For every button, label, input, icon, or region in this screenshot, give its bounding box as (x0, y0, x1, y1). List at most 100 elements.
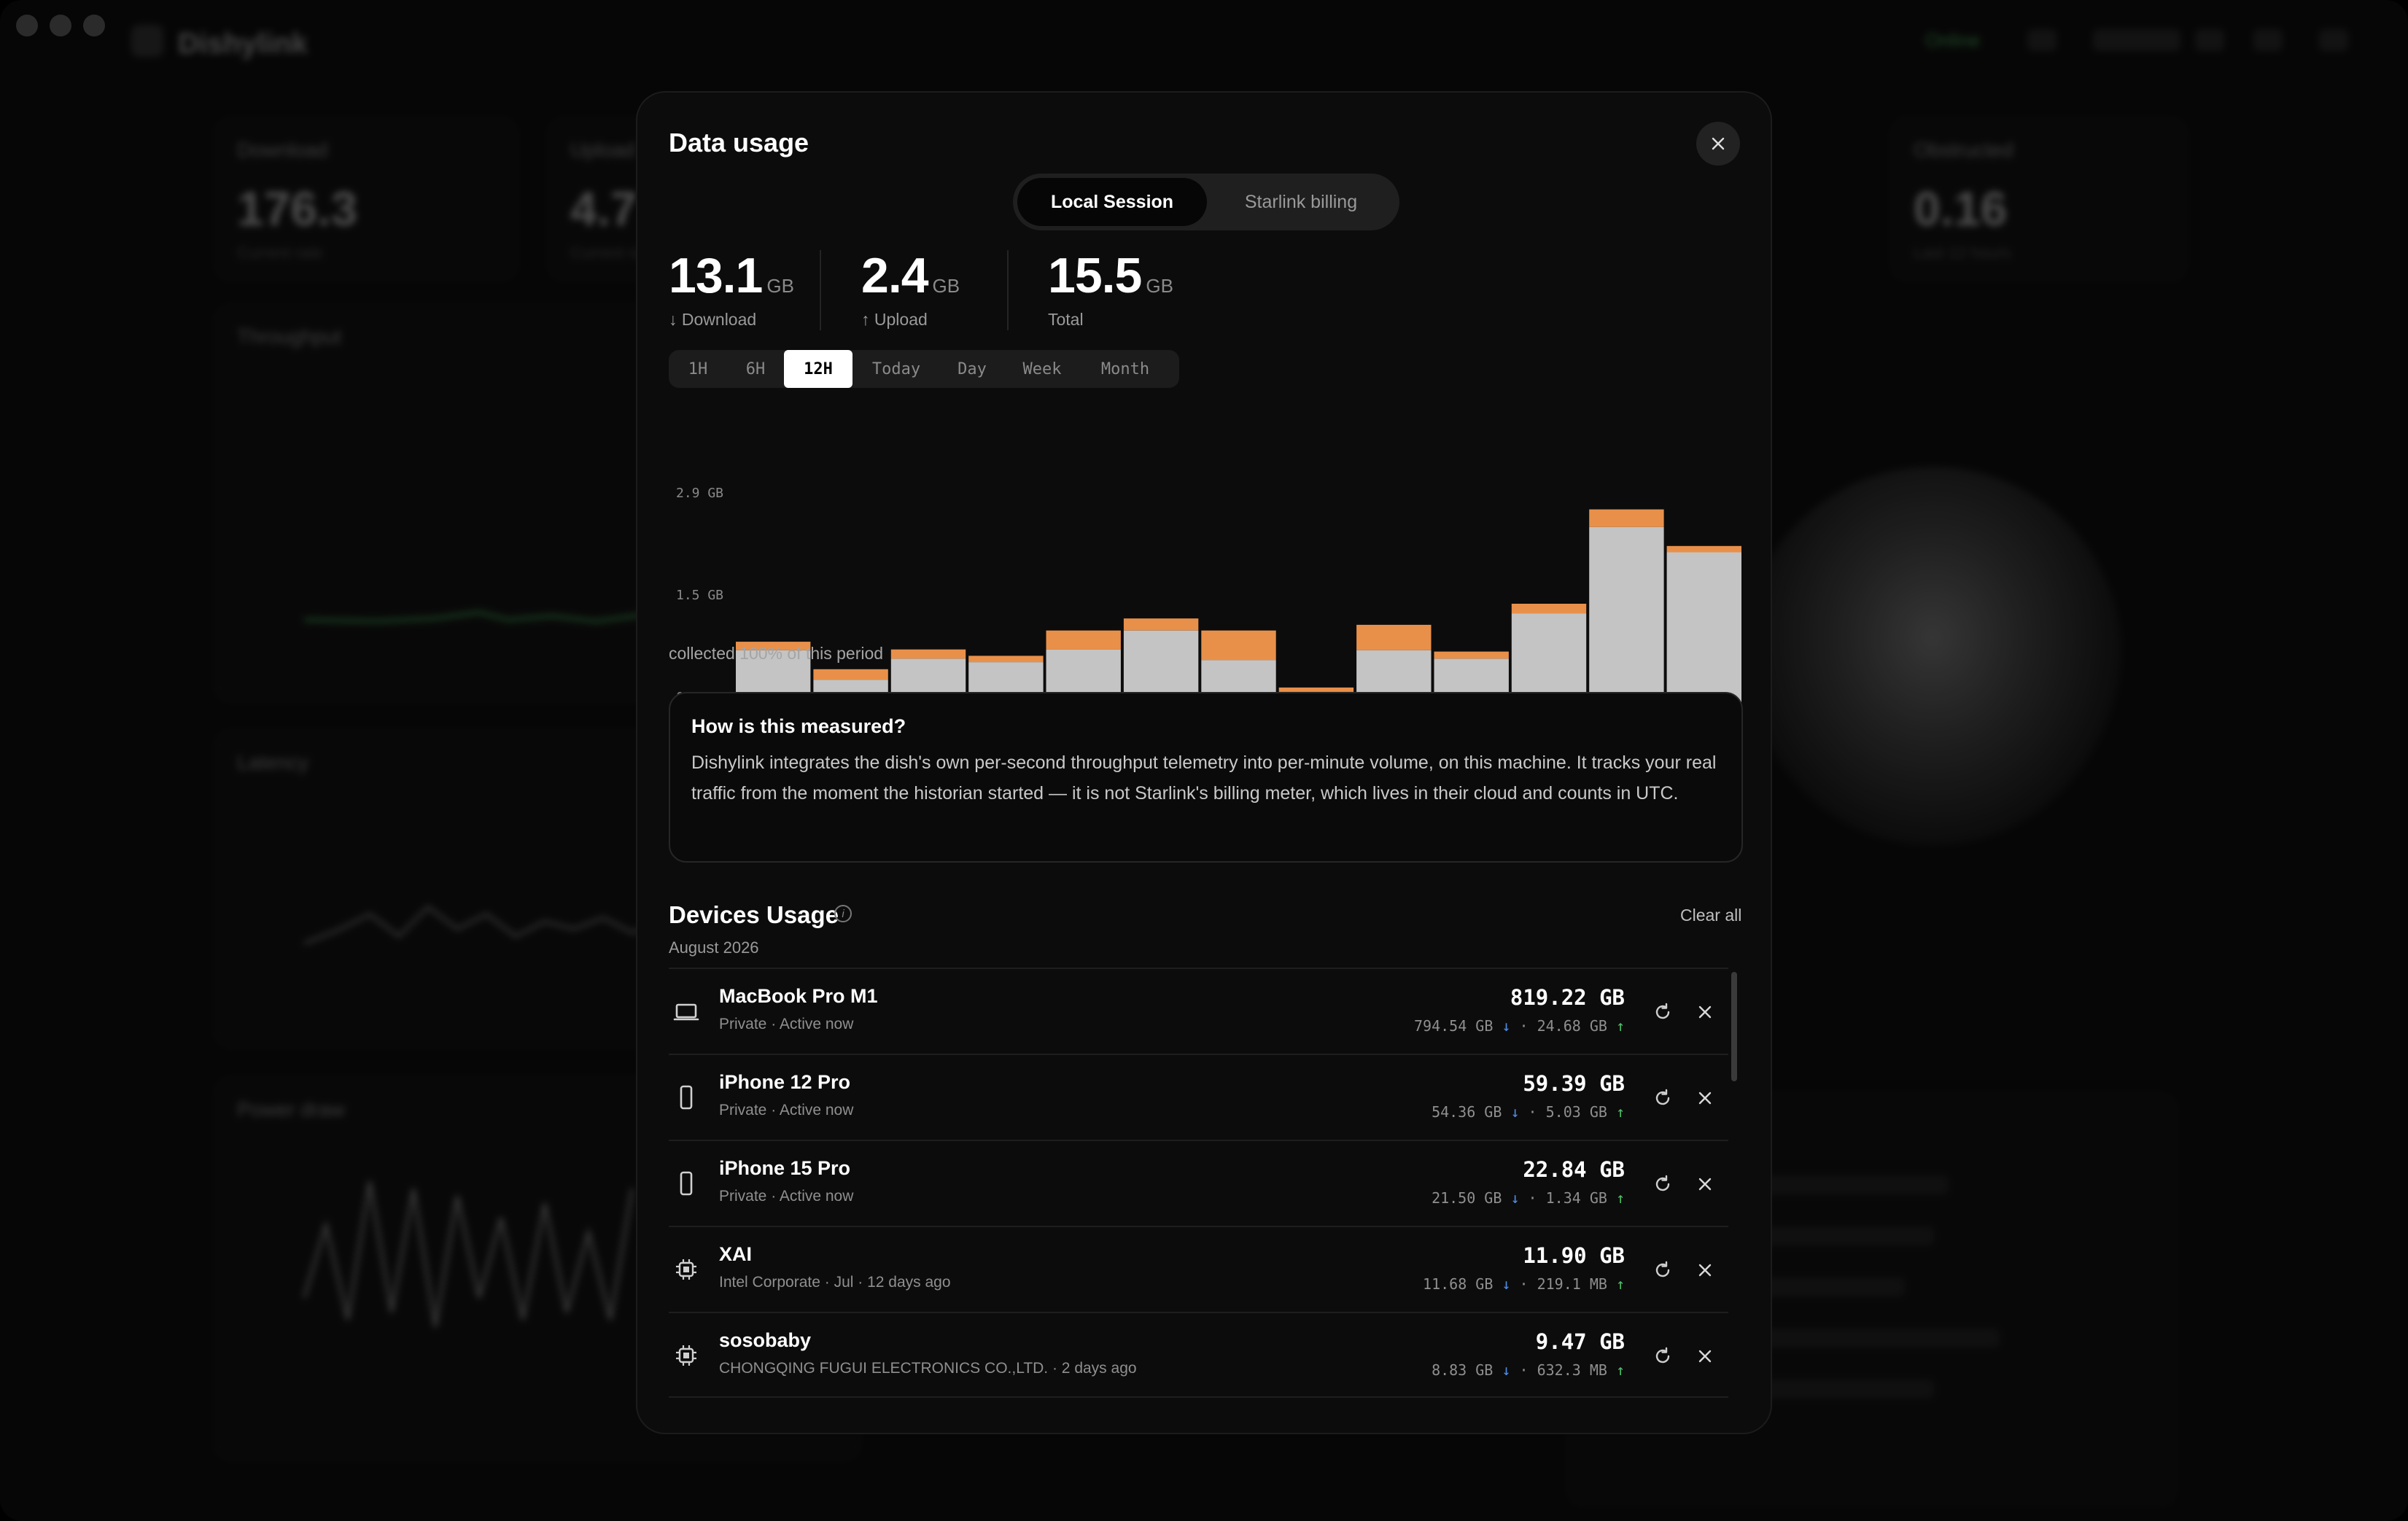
close-icon (1698, 1350, 1712, 1363)
tab-starlink-billing[interactable]: Starlink billing (1207, 178, 1395, 226)
device-total: 11.90 GB (1523, 1243, 1625, 1268)
reset-device-button[interactable] (1650, 1257, 1676, 1283)
device-split: 11.68 GB ↓ · 219.1 MB ↑ (1423, 1275, 1625, 1293)
close-button[interactable] (1696, 122, 1740, 166)
close-icon (1698, 1092, 1712, 1105)
device-total: 22.84 GB (1523, 1157, 1625, 1182)
download-arrow-icon: ↓ (1502, 1017, 1511, 1035)
remove-device-button[interactable] (1692, 1171, 1718, 1197)
info-icon[interactable]: i (834, 905, 852, 922)
header-icon (2253, 29, 2283, 51)
refresh-icon (1655, 1175, 1670, 1191)
upload-arrow-icon: ↑ (1615, 1017, 1625, 1035)
device-total: 59.39 GB (1523, 1071, 1625, 1096)
range-1h[interactable]: 1H (669, 350, 727, 388)
data-usage-modal: Data usage Local Session Starlink billin… (636, 91, 1772, 1434)
refresh-icon (1655, 1261, 1670, 1277)
bar-top-segment[interactable] (1666, 545, 1741, 553)
dish-visual (1743, 467, 2122, 846)
range-12h[interactable]: 12H (784, 350, 852, 388)
total-value: 15.5 (1048, 248, 1142, 303)
range-month[interactable]: Month (1080, 350, 1170, 388)
devices-period: August 2026 (669, 938, 759, 957)
range-week[interactable]: Week (1004, 350, 1080, 388)
device-split: 794.54 GB ↓ · 24.68 GB ↑ (1413, 1017, 1625, 1035)
laptop-icon (673, 998, 699, 1024)
remove-device-button[interactable] (1692, 1343, 1718, 1369)
bar-top-segment[interactable] (1046, 630, 1121, 650)
total-label: Total (1048, 310, 1084, 329)
app-logo (131, 25, 163, 57)
download-stat: 13.1 GB ↓ Download (669, 247, 794, 329)
close-icon (1698, 1264, 1712, 1277)
bar-top-segment[interactable] (1356, 624, 1432, 650)
devices-usage-title: Devices Usage (669, 901, 839, 928)
device-row[interactable]: iPhone 12 Pro Private · Active now 59.39… (669, 1054, 1728, 1140)
device-meta: Private · Active now (719, 1102, 854, 1119)
obstructed-card: Obstructed 0.16 Last 12 hours (1892, 118, 2186, 280)
bar-top-segment[interactable] (968, 656, 1044, 663)
range-day[interactable]: Day (940, 350, 1004, 388)
bar-base-segment[interactable] (1589, 526, 1664, 705)
download-arrow-icon: ↓ (1510, 1103, 1520, 1121)
bar-top-segment[interactable] (1201, 630, 1276, 661)
bar-top-segment[interactable] (890, 649, 966, 659)
device-meta: Private · Active now (719, 1016, 854, 1032)
window-minimize-dot[interactable] (50, 15, 71, 36)
window-zoom-dot[interactable] (83, 15, 105, 36)
device-row[interactable]: XAI Intel Corporate · Jul · 12 days ago … (669, 1226, 1728, 1312)
modal-title: Data usage (669, 128, 809, 157)
remove-device-button[interactable] (1692, 1085, 1718, 1111)
device-upload: 1.34 GB (1545, 1189, 1607, 1207)
reset-device-button[interactable] (1650, 999, 1676, 1025)
close-icon (1698, 1178, 1712, 1191)
bar-top-segment[interactable] (1123, 618, 1199, 631)
header-icon (2319, 29, 2348, 51)
tab-local-session[interactable]: Local Session (1017, 178, 1207, 226)
bar-top-segment[interactable] (1511, 604, 1587, 614)
bar-top-segment[interactable] (813, 669, 888, 680)
bar-top-segment[interactable] (1589, 509, 1664, 527)
device-upload: 24.68 GB (1537, 1017, 1607, 1035)
phone-icon (673, 1170, 699, 1197)
header-icon (2195, 29, 2224, 51)
download-unit: GB (766, 275, 794, 297)
chip-icon (673, 1256, 699, 1283)
stat-divider (1007, 250, 1009, 330)
remove-device-button[interactable] (1692, 999, 1718, 1025)
window-close-dot[interactable] (16, 15, 38, 36)
device-row[interactable]: iPhone 15 Pro Private · Active now 22.84… (669, 1140, 1728, 1226)
bar-base-segment[interactable] (1666, 552, 1741, 706)
time-range-selector: 1H 6H 12H Today Day Week Month (669, 350, 1179, 388)
app-name: Dishylink (178, 28, 308, 60)
bar-top-segment[interactable] (1434, 651, 1509, 659)
reset-device-button[interactable] (1650, 1085, 1676, 1111)
y-tick-label: 1.5 GB (676, 588, 723, 603)
device-download: 8.83 GB (1432, 1361, 1494, 1379)
devices-scrollbar[interactable] (1731, 972, 1737, 1081)
refresh-icon (1655, 1347, 1670, 1364)
reset-device-button[interactable] (1650, 1343, 1676, 1369)
download-card: Download 176.3 Current rate (215, 118, 517, 280)
device-row[interactable]: sosobaby CHONGQING FUGUI ELECTRONICS CO.… (669, 1312, 1728, 1398)
devices-list: MacBook Pro M1 Private · Active now 819.… (669, 968, 1728, 1433)
info-title: How is this measured? (691, 715, 906, 737)
bar-top-segment[interactable] (1278, 687, 1354, 692)
range-today[interactable]: Today (852, 350, 940, 388)
close-icon (1698, 1005, 1712, 1019)
y-tick-label: 2.9 GB (676, 486, 723, 501)
range-6h[interactable]: 6H (727, 350, 784, 388)
device-download: 794.54 GB (1413, 1017, 1494, 1035)
device-split: 54.36 GB ↓ · 5.03 GB ↑ (1432, 1103, 1625, 1121)
source-toggle: Local Session Starlink billing (1013, 174, 1399, 230)
device-split: 21.50 GB ↓ · 1.34 GB ↑ (1432, 1189, 1625, 1207)
device-row[interactable]: MacBook Pro M1 Private · Active now 819.… (669, 968, 1728, 1054)
remove-device-button[interactable] (1692, 1257, 1718, 1283)
clear-all-button[interactable]: Clear all (1680, 906, 1741, 925)
device-meta: Intel Corporate · Jul · 12 days ago (719, 1274, 951, 1291)
refresh-icon (1655, 1089, 1670, 1105)
reset-device-button[interactable] (1650, 1171, 1676, 1197)
phone-icon (673, 1084, 699, 1110)
upload-unit: GB (932, 275, 960, 297)
device-download: 21.50 GB (1432, 1189, 1502, 1207)
